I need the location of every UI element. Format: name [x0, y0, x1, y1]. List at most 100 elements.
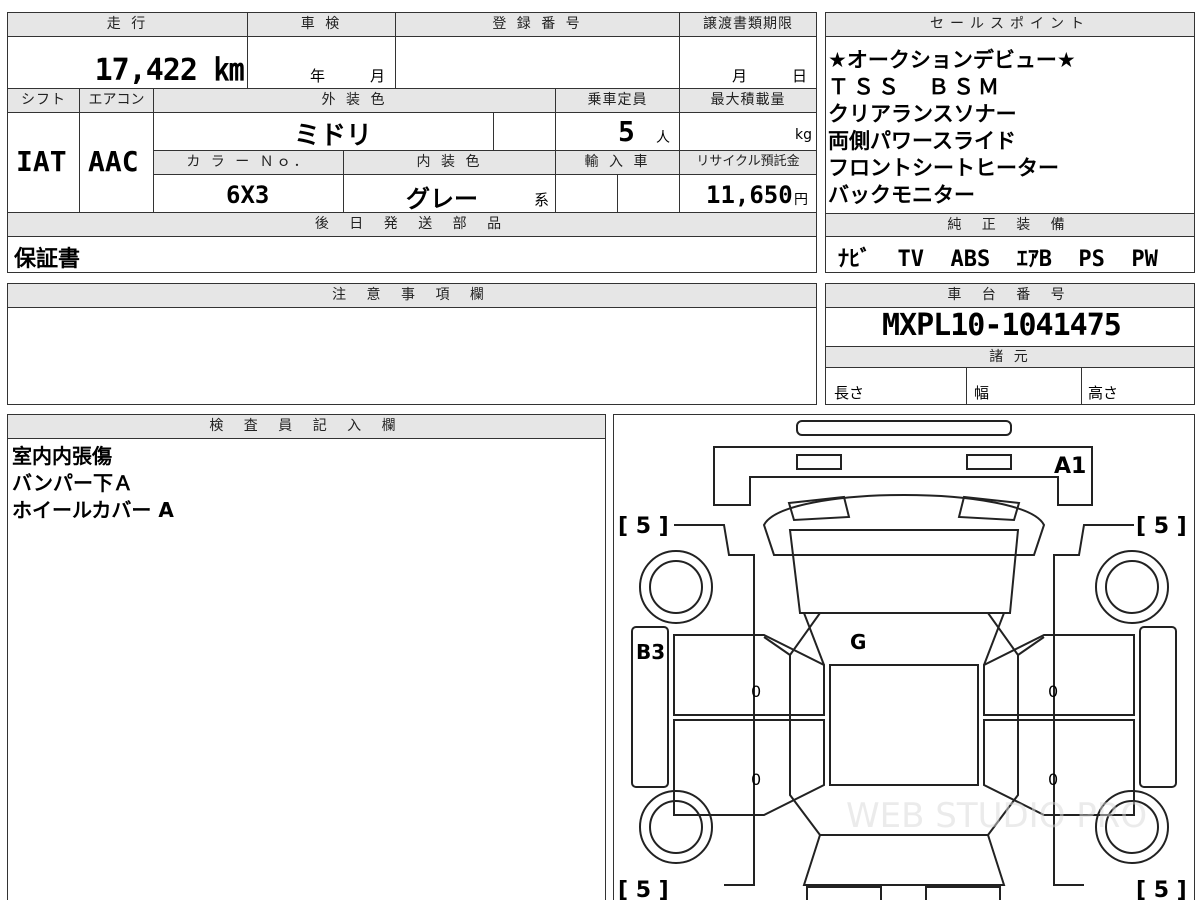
left-front-tire-inner	[649, 560, 703, 614]
spec-divider-1	[966, 368, 967, 404]
color-no-cell: 6X3	[154, 175, 344, 213]
car-diagram-box: [ 5 ] [ 5 ] [ 5 ] [ 5 ] A1 B3 G 0 0 0 0 …	[613, 414, 1195, 900]
max-load-cell: kg	[680, 113, 816, 151]
aircon-cell: AAC	[80, 113, 154, 213]
mark-windshield: G	[850, 630, 866, 654]
door-zero-rf: 0	[1048, 682, 1058, 701]
import-label: 輸 入 車	[556, 151, 680, 175]
inspector-note: ホイールカバー A	[12, 498, 174, 522]
height-label: 高さ	[1088, 384, 1119, 402]
sales-point-line: ＴＳＳ ＢＳＭ	[828, 75, 1003, 99]
windshield	[788, 529, 1020, 614]
color-no-label: カ ラ ー Ｎｏ．	[154, 151, 344, 175]
capacity-label: 乗車定員	[556, 89, 680, 113]
mark-left-front-door: B3	[636, 640, 665, 664]
mileage-cell: 17,422 ㎞	[8, 37, 248, 89]
sales-points-box: セールスポイント ★オークションデビュー★ ＴＳＳ ＢＳＭ クリアランスソナー …	[825, 12, 1195, 273]
interior-color-value: グレー	[406, 185, 478, 213]
shift-cell: IAT	[8, 113, 80, 213]
car-diagram: [ 5 ] [ 5 ] [ 5 ] [ 5 ] A1 B3 G 0 0 0 0 …	[618, 420, 1187, 900]
interior-color-suffix: 系	[534, 191, 550, 209]
transfer-day: 日	[792, 67, 808, 85]
left-rear-door	[673, 719, 825, 816]
right-rocker	[1139, 626, 1177, 788]
tire-tread-rear-left: [ 5 ]	[618, 878, 669, 900]
inspection-label: 車 検	[248, 13, 396, 37]
chassis-value: MXPL10-1041475	[882, 308, 1122, 343]
inspection-cell: 年 月	[248, 37, 396, 89]
aircon-label: エアコン	[80, 89, 154, 113]
door-zero-rr: 0	[1048, 770, 1058, 789]
recycle-cell: 11,650 円	[680, 175, 816, 213]
door-zero-lr: 0	[751, 770, 761, 789]
recycle-label: リサイクル預託金	[680, 151, 816, 175]
sales-point-line: ★オークションデビュー★	[828, 48, 1076, 72]
rear-bumper-top-2	[925, 886, 1001, 900]
capacity-value: 5	[618, 115, 635, 148]
mileage-label: 走 行	[8, 13, 248, 37]
max-load-label: 最大積載量	[680, 89, 816, 113]
spec-label: 諸 元	[826, 346, 1194, 368]
shift-value: IAT	[16, 145, 67, 178]
left-front-door	[673, 634, 825, 716]
inspector-notes: 室内内張傷 バンパー下Ａ ホイールカバー A	[12, 443, 174, 524]
exterior-color-label: 外 装 色	[154, 89, 556, 113]
color-no-value: 6X3	[226, 181, 270, 209]
hood-vent-left	[787, 495, 851, 522]
inspection-year: 年	[310, 67, 326, 85]
front-light-right	[966, 454, 1012, 470]
front-grille-bar	[796, 420, 1012, 436]
mileage-value: 17,422 ㎞	[94, 53, 244, 88]
aircon-value: AAC	[88, 145, 139, 178]
transfer-deadline-label: 譲渡書類期限	[680, 13, 816, 37]
left-rear-tire-inner	[649, 800, 703, 854]
recycle-unit: 円	[794, 192, 808, 208]
tire-tread-rear-right: [ 5 ]	[1136, 878, 1187, 900]
interior-color-cell: グレー 系	[344, 175, 556, 213]
later-parts-value: 保証書	[14, 247, 81, 272]
sales-point-line: 両側パワースライド	[828, 129, 1016, 153]
inspector-box: 検 査 員 記 入 欄 室内内張傷 バンパー下Ａ ホイールカバー A	[7, 414, 606, 900]
vehicle-info-table: 走 行 車 検 登 録 番 号 譲渡書類期限 17,422 ㎞ 年 月 月 日 …	[7, 12, 817, 273]
watermark: WEB STUDIO PRO	[846, 796, 1147, 836]
tire-tread-front-left: [ 5 ]	[618, 514, 669, 539]
roof-inner	[829, 664, 979, 786]
hood-vent-right	[957, 495, 1021, 522]
notes-box: 注 意 事 項 欄	[7, 283, 817, 405]
right-front-tire-inner	[1105, 560, 1159, 614]
door-zero-lf: 0	[751, 682, 761, 701]
sales-points-label: セールスポイント	[826, 13, 1194, 37]
hood	[762, 494, 1046, 556]
later-parts-label: 後 日 発 送 部 品	[8, 213, 816, 237]
exterior-color-extra-cell	[494, 113, 556, 151]
inspector-note: 室内内張傷	[12, 444, 112, 468]
width-label: 幅	[974, 384, 990, 402]
interior-color-label: 内 装 色	[344, 151, 556, 175]
chassis-label: 車 台 番 号	[826, 284, 1194, 308]
sales-point-line: フロントシートヒーター	[828, 156, 1059, 180]
notes-label: 注 意 事 項 欄	[8, 284, 816, 308]
body-outline-left	[674, 524, 755, 886]
shift-label: シフト	[8, 89, 80, 113]
rear-window	[802, 834, 1006, 886]
mark-front-bumper: A1	[1054, 454, 1086, 479]
sales-point-line: バックモニター	[828, 183, 975, 207]
transfer-cell: 月 日	[680, 37, 816, 89]
front-light-left	[796, 454, 842, 470]
registration-cell	[396, 37, 680, 89]
genuine-equipment-label: 純 正 装 備	[826, 213, 1194, 237]
recycle-value: 11,650	[706, 181, 793, 209]
inspector-label: 検 査 員 記 入 欄	[8, 415, 605, 439]
spec-divider-2	[1081, 368, 1082, 404]
right-front-door	[983, 634, 1135, 716]
sales-points-list: ★オークションデビュー★ ＴＳＳ ＢＳＭ クリアランスソナー 両側パワースライド…	[828, 47, 1076, 209]
inspector-note: バンパー下Ａ	[12, 471, 133, 495]
chassis-box: 車 台 番 号 MXPL10-1041475 諸 元 長さ 幅 高さ	[825, 283, 1195, 405]
transfer-month: 月	[732, 67, 748, 85]
registration-label: 登 録 番 号	[396, 13, 680, 37]
import-cell-1	[556, 175, 618, 213]
tire-tread-front-right: [ 5 ]	[1136, 514, 1187, 539]
inspection-month: 月	[370, 67, 386, 85]
capacity-cell: 5 人	[556, 113, 680, 151]
rear-bumper-top	[806, 886, 882, 900]
